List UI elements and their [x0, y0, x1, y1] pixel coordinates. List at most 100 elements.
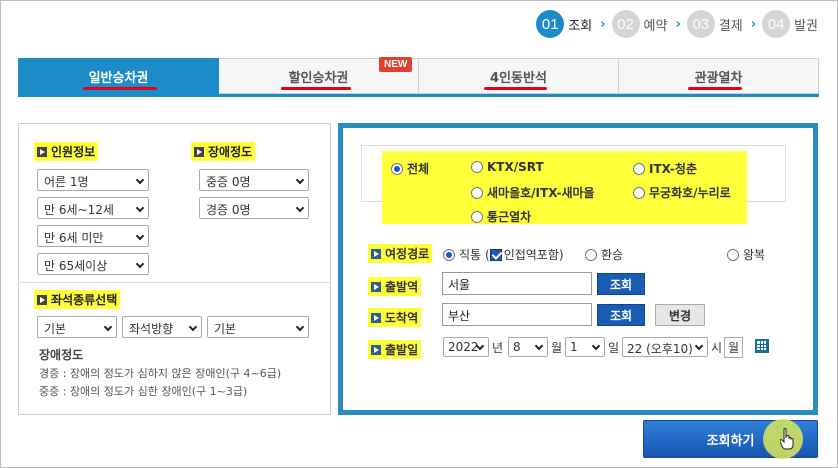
child-count-select[interactable]: 만 6세~12세: [37, 197, 149, 219]
radio-label: KTX/SRT: [487, 160, 544, 174]
radio-label: 왕복: [743, 248, 766, 262]
step-number: 01: [536, 10, 565, 38]
radio-selected-icon: [391, 162, 403, 175]
swap-stations-button[interactable]: 변경: [655, 304, 705, 326]
radio-icon: [471, 186, 483, 199]
month-select[interactable]: 8: [508, 337, 548, 357]
infant-count-select[interactable]: 만 6세 미만: [37, 225, 149, 247]
train-ktx-radio[interactable]: KTX/SRT: [471, 160, 544, 174]
radio-label: 통근열차: [487, 210, 532, 224]
step-label: 발권: [794, 18, 818, 34]
section-title-text: 장애정도: [208, 145, 253, 159]
select-value: 2022: [448, 340, 479, 354]
tab-underline: [688, 87, 742, 90]
select-value: 어른 1명: [44, 175, 89, 189]
arrival-label: 도착역: [368, 308, 422, 327]
radio-icon: [633, 186, 645, 199]
train-saemaeul-radio[interactable]: 새마을호/ITX-새마을: [471, 184, 595, 201]
mild-count-select[interactable]: 경증 0명: [199, 197, 309, 219]
passenger-info-title: 인원정보: [34, 142, 99, 161]
radio-label: ITX-청춘: [649, 162, 697, 176]
select-value: 만 65세이상: [44, 259, 108, 273]
seat-position-select[interactable]: 기본: [207, 316, 309, 338]
arrow-bullet-icon: [371, 281, 381, 292]
chevron-down-icon: [295, 322, 305, 332]
train-all-radio[interactable]: 전체: [391, 160, 429, 177]
route-panel: 전체 KTX/SRT ITX-청춘 새마을호/ITX-새마을 무궁화호/누리로 …: [338, 123, 818, 415]
step-label: 결제: [718, 18, 743, 34]
hour-select[interactable]: 22 (오후10): [622, 337, 708, 357]
tab-label: 일반승차권: [88, 70, 149, 86]
search-button-label: 조회하기: [706, 433, 755, 449]
step-2: 02 예약 ›: [611, 10, 681, 38]
route-roundtrip-radio[interactable]: 왕복: [727, 246, 765, 263]
train-mugunghwa-radio[interactable]: 무궁화호/누리로: [633, 184, 731, 201]
adult-count-select[interactable]: 어른 1명: [37, 169, 149, 191]
include-adjacent-checkbox[interactable]: (인접역포함): [485, 246, 564, 263]
year-unit: 년: [492, 341, 504, 355]
divider: [19, 282, 330, 283]
chevron-right-icon: ›: [600, 16, 606, 32]
route-direct-radio[interactable]: 직통: [443, 246, 481, 263]
arrow-bullet-icon: [371, 312, 381, 323]
calendar-icon[interactable]: [755, 339, 769, 353]
arrow-bullet-icon: [371, 344, 381, 355]
day-select[interactable]: 1: [565, 337, 605, 357]
arrow-bullet-icon: [37, 294, 47, 305]
step-number: 02: [611, 10, 640, 38]
disability-info-mild: 경증 : 장애의 정도가 심하지 않은 장애인(구 4~6급): [39, 367, 282, 380]
select-value: 중증 0명: [206, 175, 251, 189]
chevron-down-icon: [295, 175, 305, 185]
train-itx-cheongchun-radio[interactable]: ITX-청춘: [633, 160, 697, 177]
chevron-down-icon: [534, 341, 544, 351]
checkbox-label: 인접역포함): [503, 248, 564, 262]
row-label-text: 여정경로: [385, 247, 430, 261]
chevron-right-icon: ›: [750, 16, 757, 32]
section-title-text: 인원정보: [51, 145, 96, 159]
checkbox-checked-icon: [489, 248, 502, 261]
tab-label: 할인승차권: [288, 70, 349, 86]
arrival-station-input[interactable]: 부산: [442, 303, 592, 326]
select-value: 좌석방향: [129, 322, 174, 336]
select-value: 기본: [214, 322, 237, 336]
seat-type-select[interactable]: 기본: [37, 316, 117, 338]
severe-count-select[interactable]: 중증 0명: [199, 169, 309, 191]
select-value: 8: [513, 340, 521, 354]
tab-underline: [83, 87, 157, 90]
departure-station-input[interactable]: 서울: [442, 272, 592, 295]
step-label: 조회: [568, 18, 593, 34]
route-label: 여정경로: [368, 244, 433, 263]
step-1: 01 조회 ›: [536, 10, 606, 38]
step-indicator: 01 조회 › 02 예약 › 03 결제 › 04 발권: [530, 10, 818, 38]
weekday-display: 월: [724, 337, 744, 358]
radio-label: 새마을호/ITX-새마을: [487, 186, 595, 200]
arrow-bullet-icon: [371, 248, 381, 259]
seat-direction-select[interactable]: 좌석방향: [122, 316, 202, 338]
radio-icon: [585, 248, 597, 261]
row-label-text: 출발일: [385, 343, 419, 357]
day-unit: 일: [608, 341, 620, 355]
select-value: 1: [570, 340, 578, 354]
departure-search-button[interactable]: 조회: [597, 273, 645, 295]
hand-cursor-icon: [780, 428, 794, 450]
tab-label: 4인동반석: [490, 70, 547, 86]
chevron-down-icon: [103, 322, 113, 332]
disability-info-severe: 중증 : 장애의 정도가 심한 장애인(구 1~3급): [39, 385, 248, 398]
arrival-search-button[interactable]: 조회: [597, 304, 645, 326]
radio-label: 직통: [459, 248, 482, 262]
radio-label: 전체: [407, 162, 430, 176]
chevron-down-icon: [135, 231, 145, 241]
year-select[interactable]: 2022: [443, 337, 489, 357]
chevron-down-icon: [295, 203, 305, 213]
chevron-down-icon: [188, 322, 198, 332]
chevron-right-icon: ›: [675, 16, 681, 32]
row-label-text: 도착역: [385, 311, 419, 325]
step-number: 03: [686, 10, 715, 38]
month-unit: 월: [551, 341, 563, 355]
train-commuter-radio[interactable]: 통근열차: [471, 208, 531, 225]
senior-count-select[interactable]: 만 65세이상: [37, 253, 149, 275]
radio-icon: [727, 248, 739, 261]
chevron-down-icon: [135, 259, 145, 269]
route-transfer-radio[interactable]: 환승: [585, 246, 623, 263]
radio-label: 환승: [601, 248, 624, 262]
